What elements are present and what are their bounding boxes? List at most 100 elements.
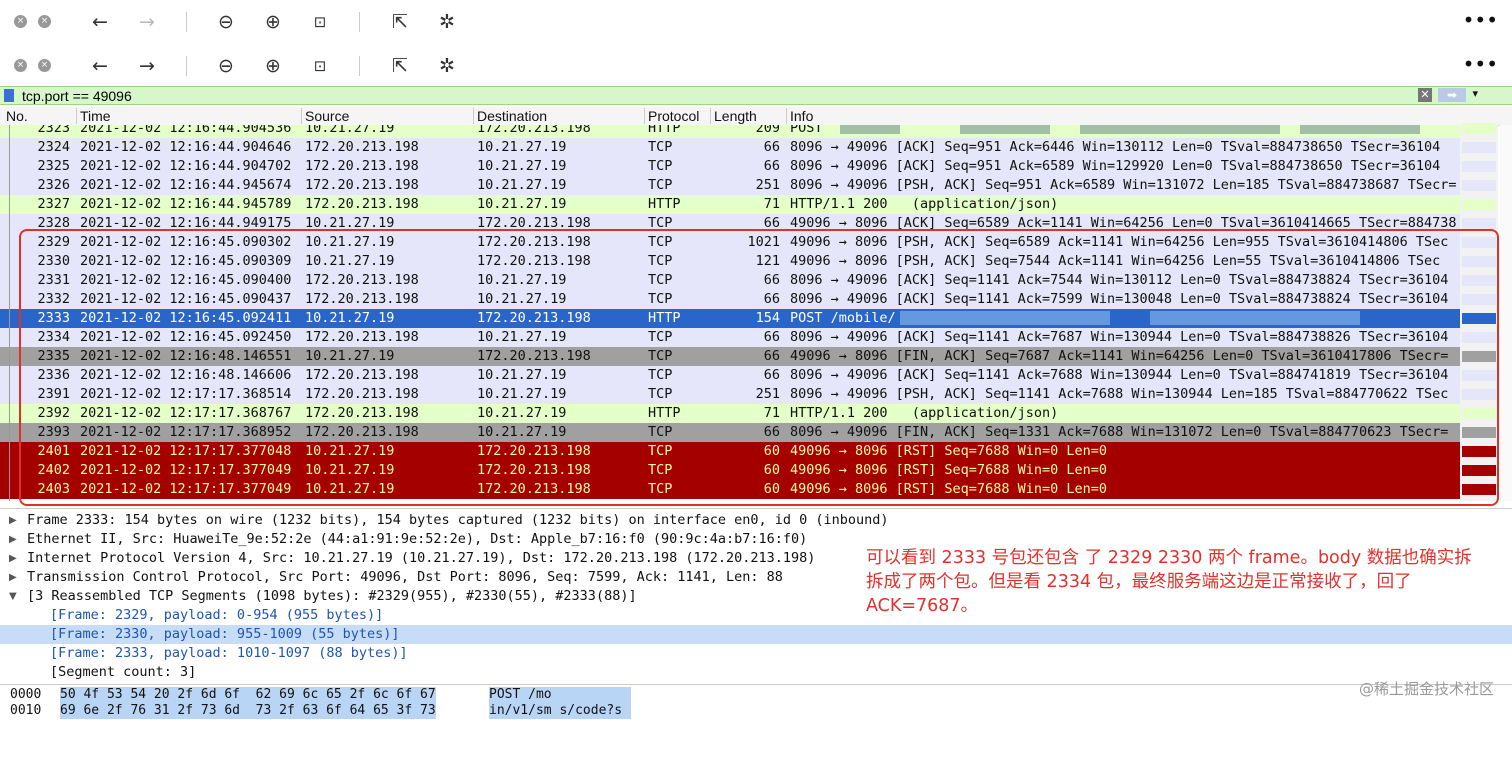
minimize-window-icon[interactable]: × <box>38 59 51 72</box>
watermark: @稀土掘金技术社区 <box>1358 680 1494 698</box>
resize-columns-icon[interactable]: ⇱ <box>388 54 412 78</box>
expand-arrow-icon[interactable]: ▶ <box>9 549 17 568</box>
chevron-down-icon[interactable]: ▾ <box>1472 87 1478 100</box>
packet-cell-len: 209 <box>755 125 780 136</box>
expand-arrow-icon[interactable]: ▶ <box>9 568 17 587</box>
packet-cell-no: 2326 <box>37 177 70 193</box>
minimap-band <box>1462 180 1496 191</box>
packet-row[interactable]: 2326 2021-12-02 12:16:44.945674 172.20.213… <box>0 176 1460 195</box>
segment-text: [Frame: 2333, payload: 1010-1097 (88 byt… <box>50 645 408 661</box>
column-header-time[interactable]: Time <box>76 108 111 124</box>
minimap-band <box>1462 161 1496 172</box>
more-options-icon[interactable]: ••• <box>1463 52 1498 76</box>
bytes-ascii[interactable]: in/v1/sm s/code?s <box>489 703 631 719</box>
bytes-ascii[interactable]: POST /mo <box>489 687 631 703</box>
zoom-in-icon[interactable]: ⊕ <box>261 10 285 34</box>
detail-text: Frame 2333: 154 bytes on wire (1232 bits… <box>27 512 889 528</box>
bytes-hex[interactable]: 69 6e 2f 76 31 2f 73 6d 73 2f 63 6f 64 6… <box>60 703 436 719</box>
zoom-out-icon[interactable]: ⊖ <box>214 10 238 34</box>
back-icon[interactable]: ← <box>88 54 112 78</box>
close-window-icon[interactable]: × <box>14 15 27 28</box>
packet-row[interactable]: 2323 2021-12-02 12:16:44.904536 10.21.27.1… <box>0 125 1460 138</box>
forward-icon[interactable]: → <box>135 54 159 78</box>
bytes-hex[interactable]: 50 4f 53 54 20 2f 6d 6f 62 69 6c 65 2f 6… <box>60 687 436 703</box>
toolbar-separator <box>186 56 187 76</box>
packet-cell-dst: 10.21.27.19 <box>477 139 567 155</box>
packet-cell-info: HTTP/1.1 200 (application/json) <box>790 196 1059 212</box>
related-line <box>9 125 10 501</box>
packet-cell-info: POST <box>790 125 823 136</box>
packet-cell-len: 66 <box>763 158 780 174</box>
packet-row[interactable]: 2324 2021-12-02 12:16:44.904646 172.20.213… <box>0 138 1460 157</box>
display-filter-input[interactable] <box>22 87 1402 104</box>
packet-list-scrollbar[interactable] <box>1500 125 1512 501</box>
column-header-source[interactable]: Source <box>301 108 349 124</box>
column-header-no[interactable]: No. <box>6 108 28 124</box>
resize-columns-icon[interactable]: ⇱ <box>388 10 412 34</box>
bytes-offset: 0010 <box>10 703 42 718</box>
more-options-icon[interactable]: ••• <box>1463 8 1498 32</box>
zoom-out-icon[interactable]: ⊖ <box>214 54 238 78</box>
packet-cell-len: 251 <box>755 177 780 193</box>
bytes-offset: 0000 <box>10 687 42 702</box>
packet-cell-no: 2324 <box>37 139 70 155</box>
segment-row[interactable]: [Segment count: 3] <box>0 663 1512 682</box>
detail-text: [3 Reassembled TCP Segments (1098 bytes)… <box>27 588 637 604</box>
expand-arrow-icon[interactable]: ▼ <box>9 587 17 606</box>
segment-text: [Segment count: 3] <box>50 664 197 680</box>
minimize-window-icon[interactable]: × <box>38 15 51 28</box>
minimap-band <box>1462 199 1496 210</box>
packet-row[interactable]: 2325 2021-12-02 12:16:44.904702 172.20.213… <box>0 157 1460 176</box>
packet-cell-dst: 10.21.27.19 <box>477 158 567 174</box>
forward-icon[interactable]: → <box>135 10 159 34</box>
clear-filter-icon[interactable]: ✕ <box>1418 88 1432 102</box>
toolbar-separator <box>359 12 360 32</box>
zoom-in-icon[interactable]: ⊕ <box>261 54 285 78</box>
segment-row[interactable]: [Frame: 2330, payload: 955-1009 (55 byte… <box>0 625 1512 644</box>
detail-row[interactable]: ▶ Frame 2333: 154 bytes on wire (1232 bit… <box>0 511 1512 530</box>
highlight-box <box>19 229 1499 506</box>
packet-cell-src: 172.20.213.198 <box>305 139 419 155</box>
packet-cell-no: 2323 <box>37 125 70 136</box>
bytes-row: 0000 50 4f 53 54 20 2f 6d 6f 62 69 6c 65… <box>0 687 700 703</box>
packet-cell-info: 8096 → 49096 [ACK] Seq=951 Ack=6446 Win=… <box>790 139 1441 155</box>
expand-arrow-icon[interactable]: ▶ <box>9 511 17 530</box>
redacted-region <box>960 125 1050 134</box>
packet-cell-proto: TCP <box>648 158 673 174</box>
detail-text: Internet Protocol Version 4, Src: 10.21.… <box>27 550 816 566</box>
segment-text: [Frame: 2329, payload: 0-954 (955 bytes)… <box>50 607 384 623</box>
toolbar-separator <box>186 12 187 32</box>
packet-cell-src: 10.21.27.19 <box>305 125 395 136</box>
column-header-length[interactable]: Length <box>710 108 757 124</box>
coloring-wand-icon[interactable]: ✲ <box>435 10 459 34</box>
minimap-band <box>1462 218 1496 229</box>
apply-filter-icon[interactable]: ➡ <box>1438 88 1466 102</box>
segment-row[interactable]: [Frame: 2333, payload: 1010-1097 (88 byt… <box>0 644 1512 663</box>
packet-cell-no: 2327 <box>37 196 70 212</box>
related-packet-gutter <box>0 125 18 501</box>
column-header-destination[interactable]: Destination <box>473 108 547 124</box>
annotation-text: 可以看到 2333 号包还包含 了 2329 2330 两个 frame。bod… <box>866 548 1472 616</box>
normal-size-icon[interactable]: ⊡ <box>308 54 332 78</box>
expand-arrow-icon[interactable]: ▶ <box>9 530 17 549</box>
toolbar-separator <box>359 56 360 76</box>
packet-cell-proto: TCP <box>648 177 673 193</box>
coloring-wand-icon[interactable]: ✲ <box>435 54 459 78</box>
normal-size-icon[interactable]: ⊡ <box>308 10 332 34</box>
packet-cell-src: 172.20.213.198 <box>305 158 419 174</box>
packet-cell-info: 8096 → 49096 [PSH, ACK] Seq=951 Ack=6589… <box>790 177 1457 193</box>
packet-bytes-pane: 0000 50 4f 53 54 20 2f 6d 6f 62 69 6c 65… <box>0 684 1512 719</box>
close-window-icon[interactable]: × <box>14 59 27 72</box>
main-toolbar: × × ← → ⊖ ⊕ ⊡ ⇱ ✲ ••• <box>0 0 1512 44</box>
packet-cell-src: 172.20.213.198 <box>305 196 419 212</box>
bookmark-icon[interactable] <box>4 89 14 102</box>
packet-cell-no: 2325 <box>37 158 70 174</box>
packet-cell-time: 2021-12-02 12:16:44.945674 <box>80 177 292 193</box>
detail-text: Ethernet II, Src: HuaweiTe_9e:52:2e (44:… <box>27 531 808 547</box>
column-header-protocol[interactable]: Protocol <box>644 108 699 124</box>
back-icon[interactable]: ← <box>88 10 112 34</box>
detail-text: Transmission Control Protocol, Src Port:… <box>27 569 783 585</box>
packet-row[interactable]: 2327 2021-12-02 12:16:44.945789 172.20.213… <box>0 195 1460 214</box>
column-header-info[interactable]: Info <box>786 108 813 124</box>
packet-cell-dst: 172.20.213.198 <box>477 125 591 136</box>
